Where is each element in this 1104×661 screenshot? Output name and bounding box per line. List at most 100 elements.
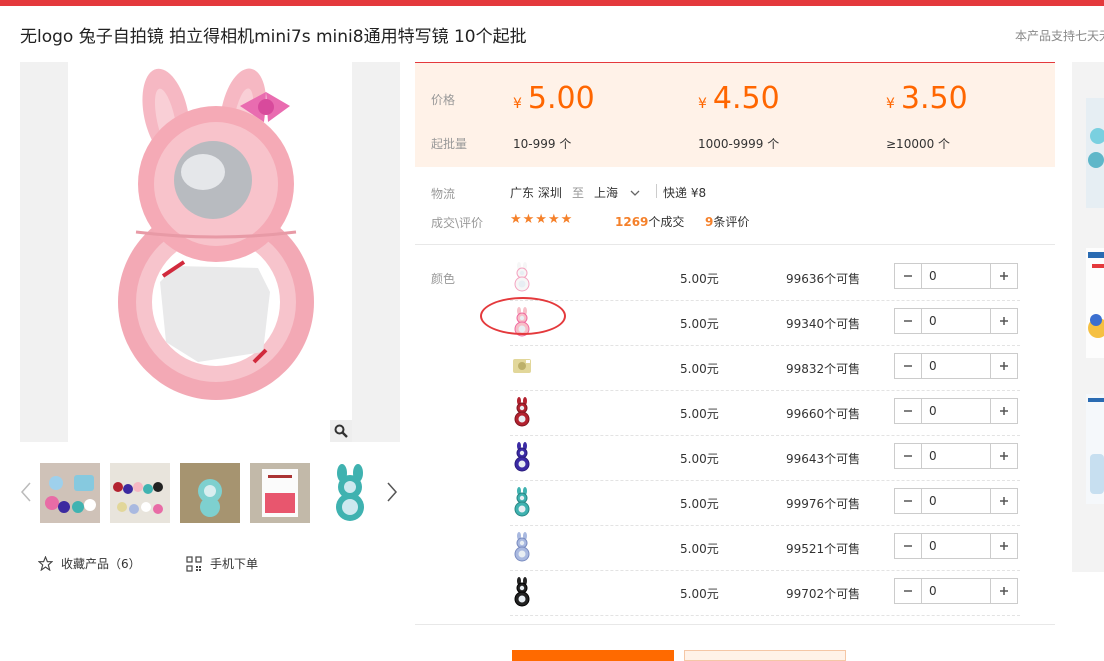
main-product-image[interactable] (20, 62, 400, 442)
quantity-stepper (894, 308, 1018, 334)
quantity-stepper (894, 443, 1018, 469)
deals-count[interactable]: 1269个成交 (615, 213, 684, 230)
sku-thumbnail[interactable] (510, 261, 534, 293)
chevron-down-icon (630, 190, 640, 196)
sku-thumbnail[interactable] (510, 486, 534, 518)
thumbnail-3[interactable] (180, 463, 240, 523)
sku-stock: 99340个可售 (786, 317, 861, 331)
thumbnail-2[interactable] (110, 463, 170, 523)
minus-icon (904, 455, 912, 457)
sku-row: 5.00元 99340个可售 (510, 300, 1020, 346)
reviews-count[interactable]: 9条评价 (705, 213, 749, 230)
sku-thumbnail[interactable] (510, 396, 534, 428)
quantity-input[interactable] (922, 399, 990, 423)
quantity-input[interactable] (922, 489, 990, 513)
annotation-circle (480, 297, 566, 335)
add-to-cart-button[interactable] (684, 650, 846, 661)
plus-icon (1000, 542, 1008, 550)
quantity-stepper (894, 398, 1018, 424)
sku-price: 5.00元 (680, 272, 719, 286)
sku-price: 5.00元 (680, 452, 719, 466)
favorite-button[interactable]: 收藏产品（6） (38, 555, 141, 572)
decrease-button[interactable] (895, 489, 922, 513)
sku-stock: 99832个可售 (786, 362, 861, 376)
sku-stock: 99636个可售 (786, 272, 861, 286)
increase-button[interactable] (990, 309, 1017, 333)
quantity-input[interactable] (922, 579, 990, 603)
quantity-input[interactable] (922, 534, 990, 558)
minus-icon (904, 320, 912, 322)
sku-stock: 99643个可售 (786, 452, 861, 466)
chevron-left-icon (20, 482, 31, 502)
decrease-button[interactable] (895, 399, 922, 423)
decrease-button[interactable] (895, 354, 922, 378)
quantity-input[interactable] (922, 444, 990, 468)
destination-select[interactable]: 上海 (594, 184, 640, 201)
tier-3-price: ¥3.50 (886, 81, 968, 116)
increase-button[interactable] (990, 399, 1017, 423)
thumbnail-strip (20, 460, 400, 526)
divider (656, 184, 657, 198)
decrease-button[interactable] (895, 264, 922, 288)
sku-thumbnail[interactable] (510, 576, 534, 608)
recommend-image-1[interactable] (1086, 98, 1104, 208)
minus-icon (904, 365, 912, 367)
logistics-to-word: 至 (572, 186, 585, 200)
mobile-order-button[interactable]: 手机下单 (186, 555, 258, 572)
decrease-button[interactable] (895, 579, 922, 603)
sku-row: 5.00元 99521个可售 (510, 525, 1020, 571)
mobile-order-label: 手机下单 (210, 557, 259, 571)
buy-now-button[interactable] (512, 650, 674, 661)
product-title: 无logo 兔子自拍镜 拍立得相机mini7s mini8通用特写镜 10个起批 (20, 27, 527, 47)
recommend-image-2[interactable] (1086, 248, 1104, 358)
increase-button[interactable] (990, 489, 1017, 513)
sku-row: 5.00元 99832个可售 (510, 345, 1020, 391)
quantity-stepper (894, 578, 1018, 604)
price-label: 价格 (431, 93, 456, 107)
thumb-prev-button[interactable] (20, 480, 32, 504)
decrease-button[interactable] (895, 444, 922, 468)
quantity-input[interactable] (922, 264, 990, 288)
sku-thumbnail[interactable] (510, 351, 534, 383)
favorite-label: 收藏产品（6） (61, 557, 141, 571)
logistics-from: 广东 深圳 (510, 186, 562, 200)
increase-button[interactable] (990, 354, 1017, 378)
quantity-input[interactable] (922, 354, 990, 378)
minus-icon (904, 545, 912, 547)
thumbnail-4[interactable] (250, 463, 310, 523)
quantity-stepper (894, 263, 1018, 289)
sku-thumbnail[interactable] (510, 441, 534, 473)
star-outline-icon (38, 556, 53, 571)
sku-price: 5.00元 (680, 587, 719, 601)
chevron-right-icon (387, 482, 398, 502)
plus-icon (1000, 362, 1008, 370)
increase-button[interactable] (990, 264, 1017, 288)
tier-2-range: 1000-9999 个 (698, 137, 780, 151)
destination-value: 上海 (594, 186, 619, 200)
sku-thumbnail[interactable] (510, 531, 534, 563)
zoom-button[interactable] (330, 420, 352, 442)
thumb-next-button[interactable] (386, 480, 398, 504)
quantity-stepper (894, 488, 1018, 514)
sku-price: 5.00元 (680, 497, 719, 511)
tier-1-price: ¥5.00 (513, 81, 595, 116)
thumbnail-1[interactable] (40, 463, 100, 523)
thumbnail-5[interactable] (320, 463, 380, 523)
sku-row: 5.00元 99660个可售 (510, 390, 1020, 436)
decrease-button[interactable] (895, 309, 922, 333)
quantity-input[interactable] (922, 309, 990, 333)
sku-stock: 99976个可售 (786, 497, 861, 511)
increase-button[interactable] (990, 579, 1017, 603)
recommend-image-3[interactable] (1086, 394, 1104, 504)
section-divider-bottom (415, 624, 1055, 625)
logistics-label: 物流 (431, 187, 456, 201)
sku-stock: 99660个可售 (786, 407, 861, 421)
tier-1-range: 10-999 个 (513, 137, 572, 151)
sku-row: 5.00元 99702个可售 (510, 570, 1020, 616)
decrease-button[interactable] (895, 534, 922, 558)
increase-button[interactable] (990, 444, 1017, 468)
sku-price: 5.00元 (680, 542, 719, 556)
increase-button[interactable] (990, 534, 1017, 558)
minus-icon (904, 410, 912, 412)
sku-row: 5.00元 99976个可售 (510, 480, 1020, 526)
